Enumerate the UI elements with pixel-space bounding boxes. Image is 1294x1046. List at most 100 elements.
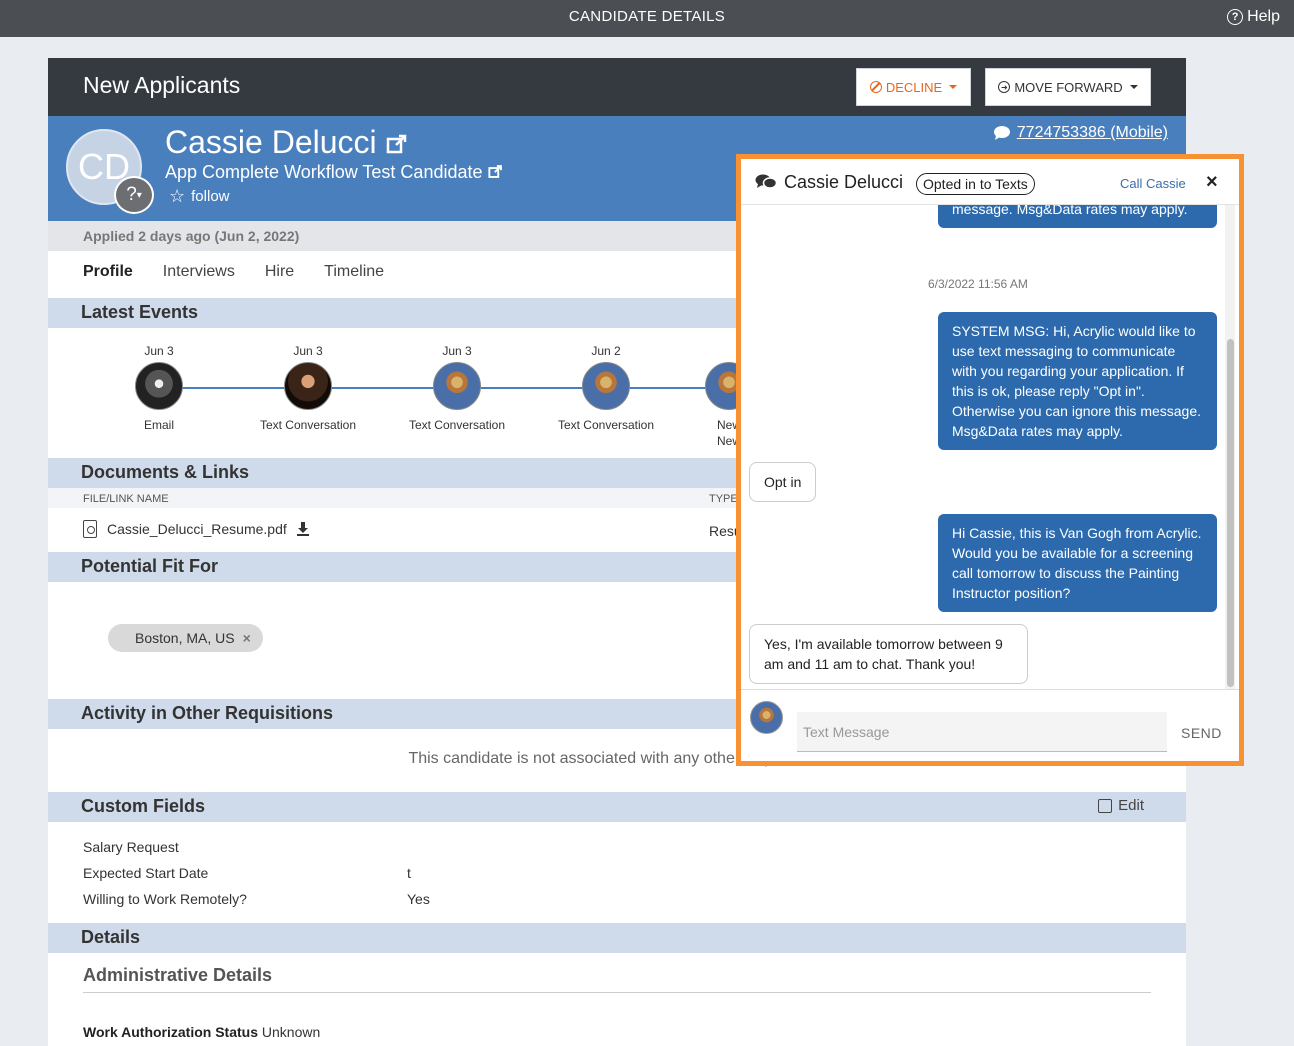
event-date: Jun 3 [293, 344, 323, 358]
event-date: Jun 2 [591, 344, 621, 358]
outgoing-message: Hi Cassie, this is Van Gogh from Acrylic… [938, 514, 1217, 612]
caret-down-icon [949, 85, 958, 89]
requisition-text: App Complete Workflow Test Candidate [165, 162, 483, 182]
arrow-circle-right-icon: ➜ [998, 81, 1011, 93]
external-link-icon[interactable] [386, 133, 408, 155]
edit-icon [1098, 798, 1113, 813]
send-button[interactable]: SEND [1181, 725, 1222, 741]
custom-field-label: Expected Start Date [83, 865, 209, 881]
work-authorization-row: Work Authorization Status Unknown [83, 1024, 320, 1040]
custom-field-value: t [407, 865, 411, 881]
tab-profile[interactable]: Profile [83, 263, 133, 281]
administrative-details-title: Administrative Details [83, 965, 273, 985]
tab-timeline[interactable]: Timeline [324, 263, 384, 281]
comments-icon [755, 174, 777, 189]
tab-hire[interactable]: Hire [265, 263, 294, 281]
follow-label: follow [191, 188, 230, 205]
chat-header: Cassie Delucci Opted in to Texts Call Ca… [741, 159, 1239, 205]
question-circle-icon: ? [1227, 9, 1244, 25]
event-label: Text Conversation [259, 418, 357, 432]
text-chat-panel: Cassie Delucci Opted in to Texts Call Ca… [736, 154, 1244, 766]
event-label: Text Conversation [408, 418, 506, 432]
stage-title: New Applicants [83, 72, 241, 98]
type-column: TYPE [709, 493, 738, 505]
custom-field-value: Yes [407, 891, 430, 907]
custom-field-label: Salary Request [83, 839, 179, 855]
message-text: SYSTEM MSG: Hi, Acrylic would like to us… [952, 323, 1202, 439]
outgoing-message: message. Msg&Data rates may apply. [938, 205, 1217, 228]
custom-field-label: Willing to Work Remotely? [83, 891, 247, 907]
call-link[interactable]: Call Cassie [1120, 176, 1186, 191]
help-link[interactable]: ? Help [1227, 8, 1280, 26]
message-text: Hi Cassie, this is Van Gogh from Acrylic… [952, 525, 1202, 601]
chat-composer: SEND [741, 689, 1239, 761]
event-date: Jun 3 [144, 344, 174, 358]
move-forward-label: MOVE FORWARD [1014, 79, 1123, 95]
text-message-input[interactable] [797, 712, 1167, 752]
portrait-avatar-icon [284, 362, 332, 410]
star-icon: ☆ [169, 186, 186, 206]
top-bar: CANDIDATE DETAILS ? Help [0, 0, 1294, 37]
ban-icon [869, 81, 882, 93]
file-name-column: FILE/LINK NAME [83, 493, 169, 505]
comment-icon [993, 126, 1010, 140]
candidate-requisition[interactable]: App Complete Workflow Test Candidate [165, 162, 503, 183]
event-label: Text Conversation [557, 418, 655, 432]
event-item[interactable]: Jun 3 Email [89, 344, 229, 432]
location-tag: Boston, MA, US × [108, 624, 263, 652]
portrait-avatar-icon [433, 362, 481, 410]
decline-button[interactable]: DECLINE [856, 68, 971, 106]
edit-button[interactable]: Edit [1098, 797, 1144, 814]
event-date: Jun 3 [442, 344, 472, 358]
custom-fields-header: Custom Fields Edit [48, 792, 1186, 822]
message-text: Opt in [764, 474, 802, 490]
profile-tabs: Profile Interviews Hire Timeline [83, 263, 384, 281]
portrait-avatar-icon [582, 362, 630, 410]
phone-text: 7724753386 (Mobile) [1016, 124, 1168, 141]
close-icon[interactable]: × [1206, 171, 1218, 194]
file-name[interactable]: Cassie_Delucci_Resume.pdf [107, 521, 287, 537]
remove-tag-icon[interactable]: × [243, 630, 251, 646]
chat-contact-name: Cassie Delucci [784, 172, 904, 192]
external-link-icon[interactable] [487, 164, 503, 179]
location-tag-label: Boston, MA, US [135, 630, 235, 646]
event-item[interactable]: Jun 3 Text Conversation [387, 344, 527, 432]
download-icon[interactable] [296, 522, 309, 536]
event-label: Email [143, 418, 174, 432]
work-auth-value: Unknown [261, 1024, 321, 1040]
document-row[interactable]: Cassie_Delucci_Resume.pdf [83, 520, 309, 538]
candidate-name[interactable]: Cassie Delucci [165, 124, 408, 161]
event-item[interactable]: Jun 3 Text Conversation [238, 344, 378, 432]
caret-down-icon [1129, 85, 1138, 89]
page-title: CANDIDATE DETAILS [568, 8, 726, 25]
phone-link[interactable]: 7724753386 (Mobile) [993, 124, 1168, 142]
status-dropdown-badge[interactable]: ? ▾ [114, 176, 154, 214]
chat-messages[interactable]: message. Msg&Data rates may apply. 6/3/2… [741, 205, 1221, 689]
event-item[interactable]: Jun 2 Text Conversation [536, 344, 676, 432]
chat-scrollbar-thumb[interactable] [1227, 339, 1234, 687]
incoming-message: Opt in [749, 462, 817, 502]
user-avatar [750, 701, 783, 734]
message-text: Yes, I'm available tomorrow between 9 am… [764, 636, 1003, 672]
edit-label: Edit [1118, 797, 1144, 814]
candidate-name-text: Cassie Delucci [165, 124, 377, 160]
tab-interviews[interactable]: Interviews [163, 263, 235, 281]
custom-fields-title: Custom Fields [81, 796, 206, 816]
pdf-file-icon [83, 520, 97, 538]
divider [83, 992, 1151, 993]
opt-in-status-badge: Opted in to Texts [916, 173, 1035, 195]
work-auth-label: Work Authorization Status [83, 1024, 258, 1040]
follow-button[interactable]: ☆ follow [169, 186, 230, 207]
email-avatar-icon [135, 362, 183, 410]
details-header: Details [48, 923, 1186, 953]
caret-down-icon: ▾ [136, 189, 142, 201]
help-label: Help [1247, 8, 1280, 25]
incoming-message: Yes, I'm available tomorrow between 9 am… [749, 624, 1028, 684]
outgoing-message: SYSTEM MSG: Hi, Acrylic would like to us… [938, 312, 1217, 450]
badge-label: ? [126, 184, 137, 205]
decline-label: DECLINE [885, 79, 943, 95]
move-forward-button[interactable]: ➜ MOVE FORWARD [985, 68, 1151, 106]
card-header: New Applicants DECLINE ➜ MOVE FORWARD [48, 58, 1186, 116]
message-text: message. Msg&Data rates may apply. [952, 205, 1188, 217]
message-timestamp: 6/3/2022 11:56 AM [928, 277, 1028, 291]
